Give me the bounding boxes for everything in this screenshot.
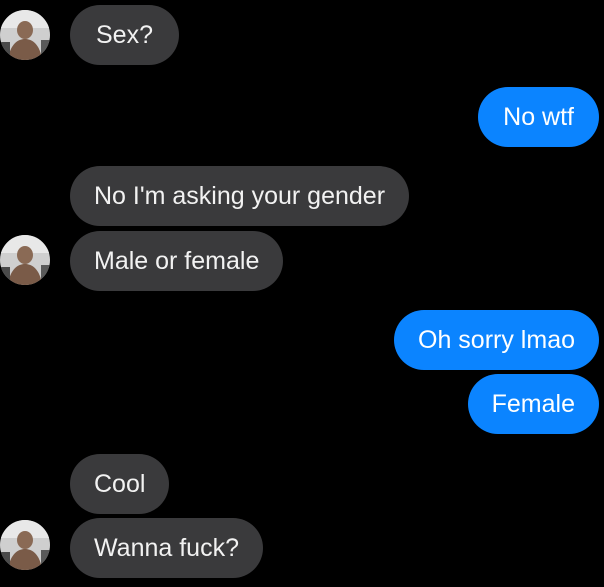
chat-thread: Sex? No wtf No I'm asking your gender Ma… xyxy=(0,0,604,587)
contact-avatar-icon[interactable] xyxy=(0,235,50,285)
message-bubble-outgoing[interactable]: No wtf xyxy=(478,87,599,147)
avatar-photo-icon xyxy=(0,235,50,285)
message-bubble-incoming[interactable]: No I'm asking your gender xyxy=(70,166,410,226)
message-bubble-outgoing[interactable]: Female xyxy=(467,374,599,434)
avatar-photo-icon xyxy=(0,10,50,60)
contact-avatar-icon[interactable] xyxy=(0,520,50,570)
avatar-photo-icon xyxy=(0,520,50,570)
message-bubble-incoming[interactable]: Cool xyxy=(70,454,170,514)
message-bubble-incoming[interactable]: Sex? xyxy=(70,5,179,65)
contact-avatar-icon[interactable] xyxy=(0,10,50,60)
message-bubble-incoming[interactable]: Wanna fuck? xyxy=(70,518,263,578)
message-bubble-outgoing[interactable]: Oh sorry lmao xyxy=(394,310,599,370)
message-bubble-incoming[interactable]: Male or female xyxy=(70,231,284,291)
